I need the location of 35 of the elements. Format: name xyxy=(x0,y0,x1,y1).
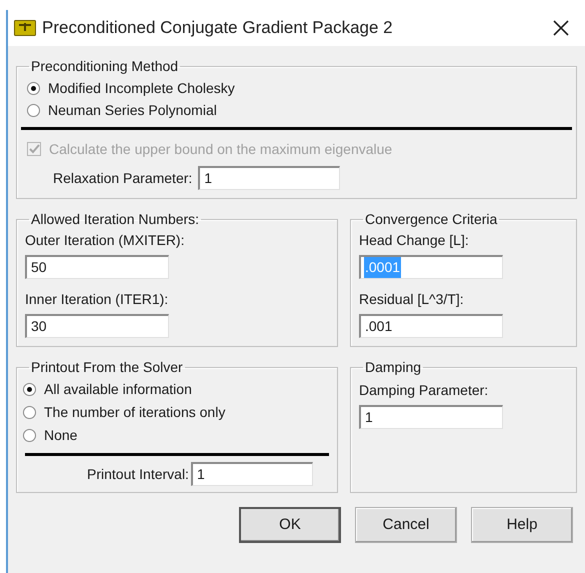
group-title: Preconditioning Method xyxy=(30,57,180,76)
option-label: Modified Incomplete Cholesky xyxy=(48,78,235,98)
radio-button[interactable] xyxy=(23,429,36,442)
option-label: Neuman Series Polynomial xyxy=(48,100,217,120)
field-label: Damping Parameter: xyxy=(359,381,490,400)
option-label: All available information xyxy=(44,380,192,399)
close-icon xyxy=(552,19,570,37)
dialog-button[interactable]: Help xyxy=(471,507,573,543)
group-title: Damping xyxy=(364,358,422,377)
group-title: Allowed Iteration Numbers: xyxy=(30,210,200,229)
dialog-button[interactable]: OK xyxy=(239,507,341,543)
field-label: Relaxation Parameter: xyxy=(53,168,192,188)
field-label: Inner Iteration (ITER1): xyxy=(25,290,170,309)
field-label: Residual [L^3/T]: xyxy=(359,290,465,309)
group-title: Printout From the Solver xyxy=(30,358,184,377)
group-title: Convergence Criteria xyxy=(364,210,498,229)
option-label: None xyxy=(44,426,78,445)
radio-button[interactable] xyxy=(23,383,36,396)
input-field[interactable]: 50 xyxy=(25,255,169,279)
option-label: The number of iterations only xyxy=(44,403,226,422)
input-field[interactable]: 30 xyxy=(25,314,169,338)
field-label: Printout Interval: xyxy=(87,464,189,484)
radio-button[interactable] xyxy=(23,406,36,419)
window-title: Preconditioned Conjugate Gradient Package 2 xyxy=(42,17,393,40)
field-label: Head Change [L]: xyxy=(359,231,470,250)
field-label: Outer Iteration (MXITER): xyxy=(25,231,186,250)
radio-button[interactable] xyxy=(27,104,40,116)
radio-button[interactable] xyxy=(27,82,40,94)
dialog-button[interactable]: Cancel xyxy=(355,507,457,543)
input-field[interactable]: .001 xyxy=(359,314,503,338)
app-icon xyxy=(14,20,36,36)
input-field[interactable]: 1 xyxy=(359,405,503,429)
checkbox-label: Calculate the upper bound on the maximum eigenvalue xyxy=(49,140,392,159)
input-field[interactable]: 1 xyxy=(190,462,313,486)
input-field[interactable]: 1 xyxy=(198,166,340,190)
